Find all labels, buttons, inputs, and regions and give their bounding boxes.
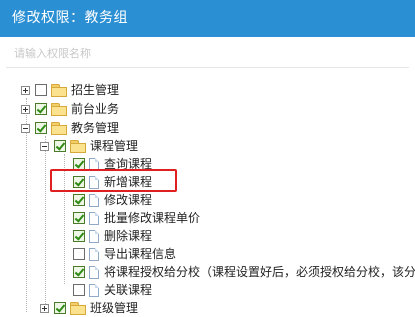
- page-icon: [89, 247, 99, 261]
- folder-open-icon: [51, 122, 67, 135]
- tree-node-kecheng[interactable]: 课程管理: [40, 137, 138, 155]
- permission-tree: 招生管理 前台业务 教务管理 课程管理 查询课程 新增课程 修改课程 批量修改课…: [0, 0, 415, 315]
- tree-leaf-label[interactable]: 删除课程: [104, 227, 152, 245]
- tree-node-banji[interactable]: 班级管理: [40, 299, 138, 317]
- tree-leaf-export-course[interactable]: 导出课程信息: [73, 245, 176, 263]
- checkbox-unchecked[interactable]: [73, 284, 85, 296]
- tree-node-label[interactable]: 课程管理: [90, 137, 138, 155]
- folder-icon: [51, 84, 67, 97]
- checkbox-checked[interactable]: [73, 266, 85, 278]
- collapse-minus-icon[interactable]: [21, 123, 30, 133]
- page-icon: [89, 283, 99, 297]
- tree-node-label[interactable]: 前台业务: [71, 100, 119, 118]
- folder-icon: [51, 103, 67, 116]
- tree-leaf-label[interactable]: 将课程授权给分校（课程设置好后，必须授权给分校，该分: [104, 263, 415, 281]
- folder-icon: [70, 302, 86, 315]
- tree-leaf-label[interactable]: 批量修改课程单价: [104, 209, 200, 227]
- page-icon: [89, 211, 99, 225]
- checkbox-checked[interactable]: [73, 230, 85, 242]
- checkbox-checked[interactable]: [35, 122, 47, 134]
- expand-plus-icon[interactable]: [40, 303, 49, 313]
- tree-leaf-label[interactable]: 导出课程信息: [104, 245, 176, 263]
- tree-node-label[interactable]: 招生管理: [71, 81, 119, 99]
- tree-node-label[interactable]: 教务管理: [71, 119, 119, 137]
- tree-leaf-delete-course[interactable]: 删除课程: [73, 227, 152, 245]
- page-icon: [89, 265, 99, 279]
- tree-node-zhaosheng[interactable]: 招生管理: [21, 81, 119, 99]
- expand-plus-icon[interactable]: [21, 104, 30, 114]
- page-icon: [89, 193, 99, 207]
- page-icon: [89, 229, 99, 243]
- tree-leaf-link-course[interactable]: 关联课程: [73, 281, 152, 299]
- tree-leaf-batch-edit-price[interactable]: 批量修改课程单价: [73, 209, 200, 227]
- highlight-box: [50, 169, 177, 192]
- folder-open-icon: [70, 140, 86, 153]
- checkbox-checked[interactable]: [54, 140, 66, 152]
- checkbox-unchecked[interactable]: [73, 248, 85, 260]
- checkbox-checked[interactable]: [73, 212, 85, 224]
- tree-leaf-label[interactable]: 关联课程: [104, 281, 152, 299]
- tree-node-qiantai[interactable]: 前台业务: [21, 100, 119, 118]
- tree-connector-line: [45, 136, 46, 312]
- checkbox-checked[interactable]: [73, 194, 85, 206]
- expand-plus-icon[interactable]: [21, 85, 30, 95]
- tree-node-label[interactable]: 班级管理: [90, 299, 138, 317]
- collapse-minus-icon[interactable]: [40, 141, 49, 151]
- tree-leaf-label[interactable]: 修改课程: [104, 191, 152, 209]
- checkbox-unchecked[interactable]: [35, 84, 47, 96]
- tree-leaf-edit-course[interactable]: 修改课程: [73, 191, 152, 209]
- checkbox-checked[interactable]: [54, 302, 66, 314]
- tree-node-jiaowu[interactable]: 教务管理: [21, 119, 119, 137]
- checkbox-checked[interactable]: [35, 103, 47, 115]
- tree-leaf-authorize-branch[interactable]: 将课程授权给分校（课程设置好后，必须授权给分校，该分: [73, 263, 415, 281]
